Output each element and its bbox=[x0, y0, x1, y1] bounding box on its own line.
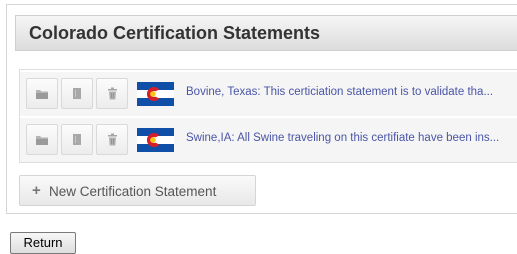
panel-header: Colorado Certification Statements bbox=[15, 15, 517, 51]
document-icon bbox=[73, 88, 81, 99]
statement-list: Bovine, Texas: This certiciation stateme… bbox=[19, 69, 517, 163]
delete-button[interactable] bbox=[96, 78, 128, 109]
open-folder-button[interactable] bbox=[26, 78, 58, 109]
view-document-button[interactable] bbox=[61, 78, 93, 109]
new-certification-statement-button[interactable]: + New Certification Statement bbox=[19, 175, 256, 206]
statement-link[interactable]: Bovine, Texas: This certiciation stateme… bbox=[186, 86, 517, 98]
trash-icon bbox=[107, 133, 117, 146]
open-folder-button[interactable] bbox=[26, 124, 58, 155]
statement-link[interactable]: Swine,IA: All Swine traveling on this ce… bbox=[186, 132, 517, 144]
trash-icon bbox=[107, 87, 117, 100]
new-certification-statement-label: New Certification Statement bbox=[49, 184, 217, 199]
statement-row: Bovine, Texas: This certiciation stateme… bbox=[20, 72, 517, 116]
colorado-flag-icon bbox=[137, 128, 174, 152]
statement-row: Swine,IA: All Swine traveling on this ce… bbox=[20, 118, 517, 162]
folder-icon bbox=[36, 89, 48, 99]
view-document-button[interactable] bbox=[61, 124, 93, 155]
certification-panel: Colorado Certification Statements Bovine… bbox=[6, 4, 517, 214]
colorado-flag-icon bbox=[137, 82, 174, 106]
plus-icon: + bbox=[32, 182, 41, 199]
folder-icon bbox=[36, 135, 48, 145]
delete-button[interactable] bbox=[96, 124, 128, 155]
return-button[interactable]: Return bbox=[10, 232, 76, 254]
document-icon bbox=[73, 134, 81, 145]
page-title: Colorado Certification Statements bbox=[29, 23, 321, 43]
